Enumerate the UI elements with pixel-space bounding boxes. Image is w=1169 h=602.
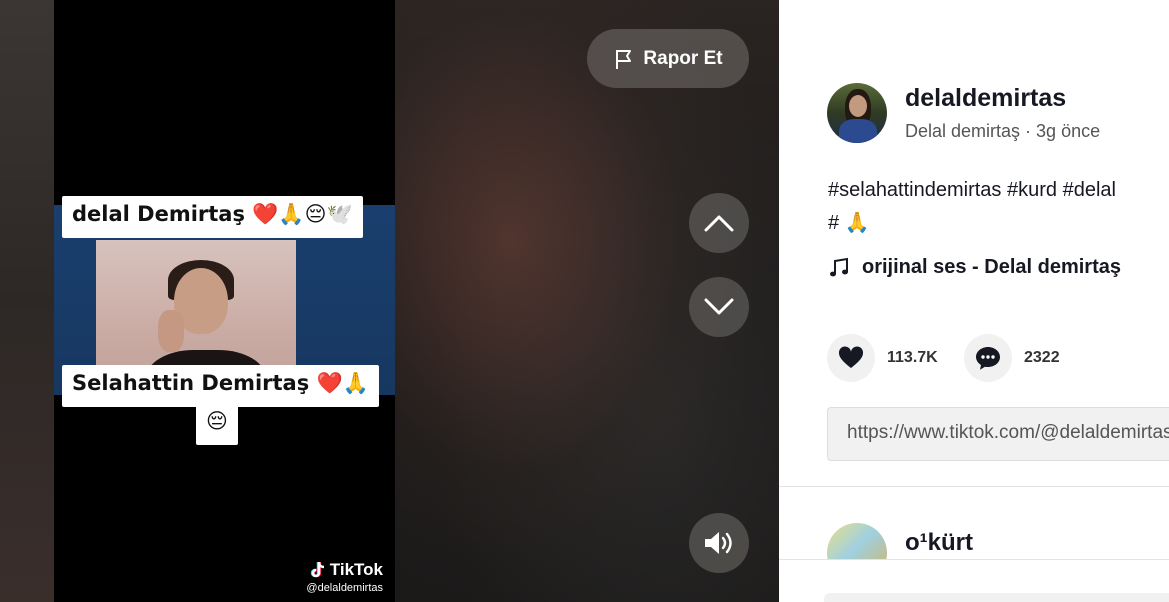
comment-input-bar — [779, 559, 1169, 602]
previous-video-button[interactable] — [689, 193, 749, 253]
music-note-icon — [830, 257, 848, 276]
post-description: #selahattindemirtas #kurd #delal # 🙏 — [828, 174, 1116, 240]
flag-icon — [616, 49, 632, 69]
author-display-name: Delal demirtaş — [905, 121, 1021, 141]
avatar-face — [849, 95, 867, 117]
music-link[interactable]: orijinal ses - Delal demirtaş — [828, 256, 1121, 279]
post-time: 3g önce — [1036, 121, 1101, 141]
comment-stat[interactable]: 2322 — [964, 334, 1060, 382]
author-username[interactable]: delaldemirtas — [905, 84, 1066, 113]
person-hand — [158, 310, 184, 352]
video-player-area[interactable]: delal Demirtaş ❤️🙏😔🕊️ Selahattin Demirta… — [0, 0, 779, 602]
comment-input[interactable] — [824, 593, 1169, 602]
author-avatar[interactable] — [827, 83, 887, 143]
video-caption-bottom-emoji: 😔 — [196, 405, 238, 445]
like-stat[interactable]: 113.7K — [827, 334, 938, 382]
video-frame[interactable]: delal Demirtaş ❤️🙏😔🕊️ Selahattin Demirta… — [54, 0, 395, 602]
tiktok-watermark: TikTok @delaldemirtas — [306, 560, 383, 594]
watermark-brand-row: TikTok — [306, 560, 383, 580]
comment-button[interactable] — [964, 334, 1012, 382]
heart-icon — [838, 346, 864, 368]
video-caption-top: delal Demirtaş ❤️🙏😔🕊️ — [62, 196, 363, 238]
report-label: Rapor Et — [643, 47, 723, 69]
speaker-icon — [705, 532, 732, 554]
section-divider — [779, 486, 1169, 487]
description-line-2[interactable]: # 🙏 — [828, 207, 1116, 240]
tiktok-logo-icon — [310, 561, 324, 578]
avatar-shirt — [839, 119, 877, 143]
blurred-background-left — [0, 0, 54, 602]
video-details-panel: delaldemirtas Delal demirtaş · 3g önce #… — [779, 0, 1169, 602]
share-link-field[interactable]: https://www.tiktok.com/@delaldemirtas — [827, 407, 1169, 461]
comment-count: 2322 — [1024, 349, 1060, 366]
author-subline: Delal demirtaş · 3g önce — [905, 121, 1100, 142]
volume-button[interactable] — [689, 513, 749, 573]
report-button[interactable]: Rapor Et — [587, 29, 749, 88]
music-title: orijinal ses - Delal demirtaş — [862, 256, 1121, 278]
commenter-username[interactable]: o¹kürt — [905, 529, 973, 557]
subline-separator: · — [1020, 121, 1037, 141]
chevron-up-icon — [704, 215, 734, 232]
watermark-handle: @delaldemirtas — [306, 582, 383, 594]
chevron-down-icon — [704, 298, 734, 315]
next-video-button[interactable] — [689, 277, 749, 337]
watermark-brand: TikTok — [329, 560, 383, 579]
video-caption-bottom: Selahattin Demirtaş ❤️🙏 — [62, 365, 379, 407]
description-line-1[interactable]: #selahattindemirtas #kurd #delal — [828, 174, 1116, 207]
comment-bubble-icon — [976, 347, 1000, 370]
like-button[interactable] — [827, 334, 875, 382]
like-count: 113.7K — [887, 349, 938, 366]
